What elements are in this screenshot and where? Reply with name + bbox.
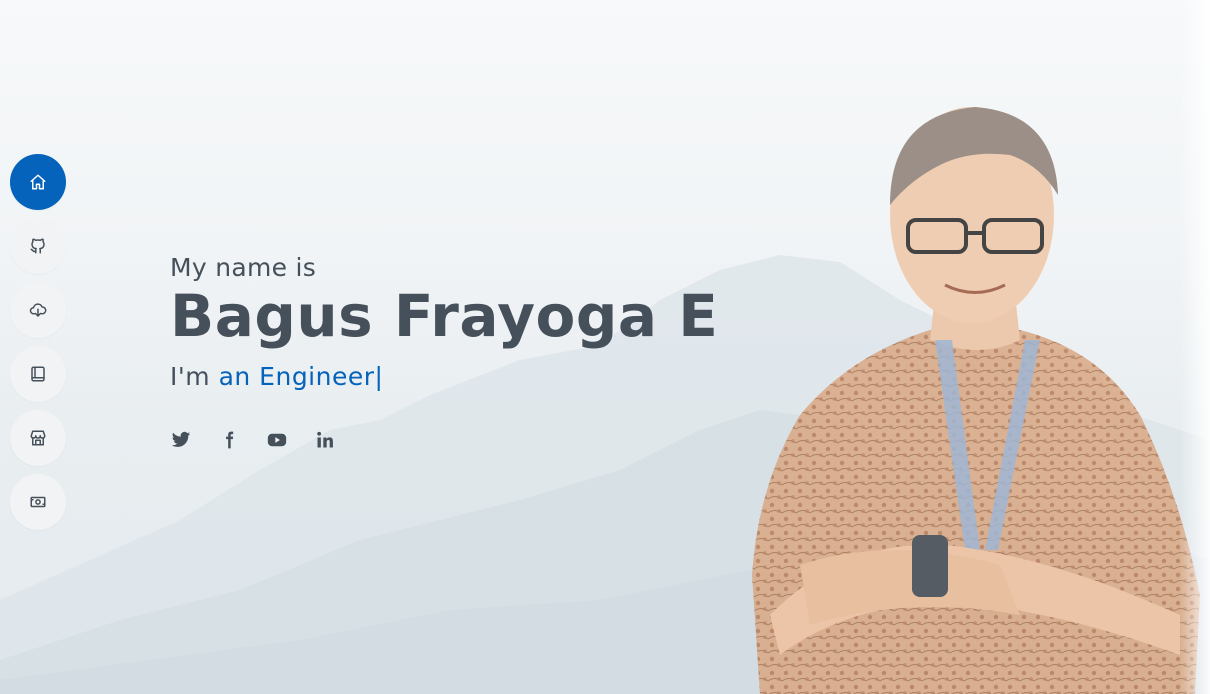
role-typed-text: an Engineer (218, 362, 375, 391)
profile-photo (752, 107, 1200, 694)
facebook-link[interactable] (218, 428, 240, 452)
linkedin-icon (317, 431, 333, 448)
hero-text: My name is Bagus Frayoga E I'm an Engine… (170, 250, 718, 394)
book-icon (31, 366, 45, 382)
typing-cursor: | (374, 362, 384, 391)
github-icon (30, 238, 45, 254)
twitter-link[interactable] (170, 428, 192, 452)
nav-cash-button[interactable] (10, 474, 66, 530)
intro-text: My name is (170, 253, 317, 282)
person-name: Bagus Frayoga E (170, 282, 719, 350)
youtube-icon (267, 433, 287, 447)
side-nav (10, 154, 66, 530)
linkedin-link[interactable] (314, 428, 336, 452)
cash-icon (30, 496, 46, 508)
nav-book-button[interactable] (10, 346, 66, 402)
role-line: I'm an Engineer| (170, 360, 718, 394)
facebook-icon (226, 431, 234, 449)
nav-home-button[interactable] (10, 154, 66, 210)
nav-github-button[interactable] (10, 218, 66, 274)
nav-download-button[interactable] (10, 282, 66, 338)
hero-section: My name is Bagus Frayoga E I'm an Engine… (0, 0, 1210, 694)
edge-fade (1180, 0, 1210, 694)
social-links (170, 428, 336, 452)
youtube-link[interactable] (266, 428, 288, 452)
nav-shop-button[interactable] (10, 410, 66, 466)
shop-icon (30, 430, 46, 446)
twitter-icon (171, 431, 191, 447)
role-prefix: I'm (170, 362, 211, 391)
home-icon (30, 174, 46, 190)
cloud-download-icon (29, 303, 47, 317)
